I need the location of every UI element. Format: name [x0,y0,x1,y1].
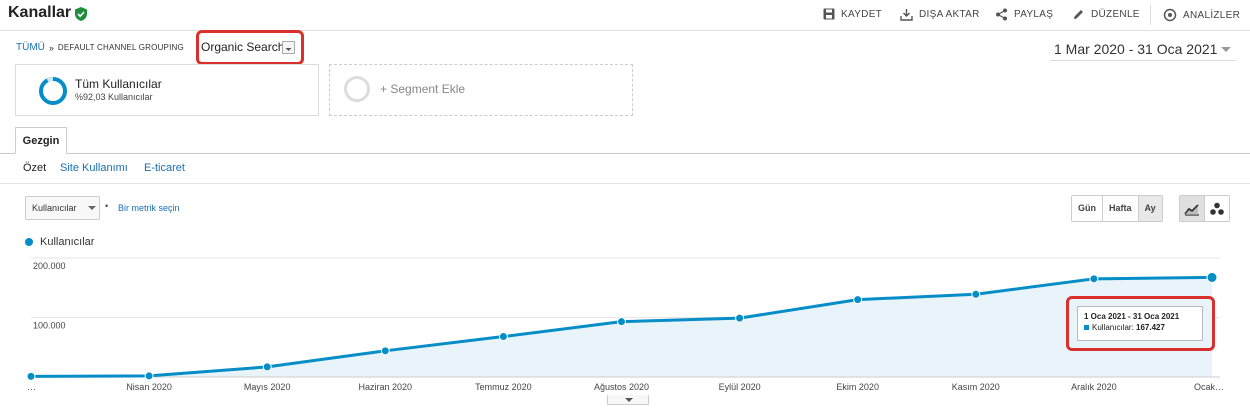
subnav-summary[interactable]: Özet [23,162,46,174]
line-chart-button[interactable] [1180,196,1205,221]
export-button[interactable]: DIŞA AKTAR [900,8,980,21]
x-tick-label: Temmuz 2020 [475,382,532,392]
tab-explorer[interactable]: Gezgin [15,127,67,154]
metric-separator: • [105,201,109,211]
x-tick-label: Kasım 2020 [952,382,1000,392]
bubbles-icon [1210,202,1224,215]
legend-label: Kullanıcılar [40,236,95,248]
toolbar-divider [1150,5,1151,25]
edit-label: DÜZENLE [1091,9,1140,20]
highlight-box-tooltip [1066,296,1215,351]
data-point [498,332,508,342]
insights-label: ANALİZLER [1183,9,1241,21]
insights-button[interactable]: ANALİZLER [1163,8,1240,22]
data-point [1089,274,1099,284]
data-point [380,346,390,356]
subnav-site-usage[interactable]: Site Kullanımı [60,162,128,174]
verified-shield-icon [75,7,87,21]
edit-button[interactable]: DÜZENLE [1072,8,1140,21]
segment-title: Tüm Kullanıcılar [75,77,162,91]
breadcrumb-separator: » [48,42,54,53]
x-tick-label: Haziran 2020 [359,382,413,392]
data-point [144,371,154,381]
highlight-box-channel [196,30,304,65]
chart-type-toggle [1179,195,1230,222]
x-tick-label: Eylül 2020 [719,382,761,392]
granularity-day-button[interactable]: Gün [1072,196,1103,221]
granularity-toggle: Gün Hafta Ay [1071,195,1163,222]
data-point [735,313,745,323]
data-point [853,295,863,305]
save-icon [823,8,835,20]
subnav-ecommerce[interactable]: E-ticaret [144,162,185,174]
breadcrumb: TÜMÜ » DEFAULT CHANNEL GROUPING [16,42,184,53]
x-tick-label: … [27,382,36,392]
collapse-chart-toggle[interactable] [607,395,649,405]
data-point [262,362,272,372]
date-range-chevron-icon[interactable] [1221,47,1231,52]
data-point [971,289,981,299]
share-label: PAYLAŞ [1014,9,1054,20]
save-label: KAYDET [841,8,883,20]
x-tick-label: Aralık 2020 [1071,382,1117,392]
users-line-chart: 200.000 100.000 … Nisan 2020 Mayıs 2020 Hazir… [26,257,1224,392]
segment-subtitle: %92,03 Kullanıcılar [75,92,153,102]
select-metric-link[interactable]: Bir metrik seçin [118,203,180,213]
data-point [1206,271,1218,283]
metric-select-chevron-icon [88,206,96,210]
breadcrumb-root-link[interactable]: TÜMÜ [16,42,45,53]
line-chart-icon [1184,203,1199,216]
x-tick-label: Ocak… [1194,382,1224,392]
breadcrumb-group-label: DEFAULT CHANNEL GROUPING [57,43,184,52]
y-tick-label: 200.000 [33,261,66,271]
add-segment-card[interactable] [329,64,633,116]
export-icon [900,9,913,21]
tab-baseline [0,153,1250,154]
x-tick-label: Mayıs 2020 [244,382,291,392]
save-button[interactable]: KAYDET [823,8,882,20]
top-bar [0,0,1250,31]
insights-icon [1163,8,1177,22]
x-tick-label: Ağustos 2020 [594,382,649,392]
date-range-underline [1050,60,1236,61]
data-point [26,371,36,381]
series-area [31,277,1212,377]
granularity-month-button[interactable]: Ay [1138,196,1162,221]
segment-ring-icon [39,76,67,105]
edit-icon [1074,10,1083,19]
data-point [617,317,626,327]
date-range-picker[interactable]: 1 Mar 2020 - 31 Oca 2021 [1054,41,1217,57]
motion-chart-button[interactable] [1205,196,1229,221]
x-tick-label: Nisan 2020 [126,382,172,392]
granularity-week-button[interactable]: Hafta [1103,196,1139,221]
x-tick-label: Ekim 2020 [836,382,879,392]
export-label: DIŞA AKTAR [919,9,980,20]
share-icon [996,8,1007,21]
add-segment-circle-icon [344,76,370,102]
share-button[interactable]: PAYLAŞ [995,8,1053,21]
add-segment-label[interactable]: + Segment Ekle [380,82,465,96]
legend-swatch [25,238,33,246]
page-title: Kanallar [8,4,72,21]
subnav-divider [0,183,1250,184]
y-tick-label: 100.000 [33,321,66,331]
